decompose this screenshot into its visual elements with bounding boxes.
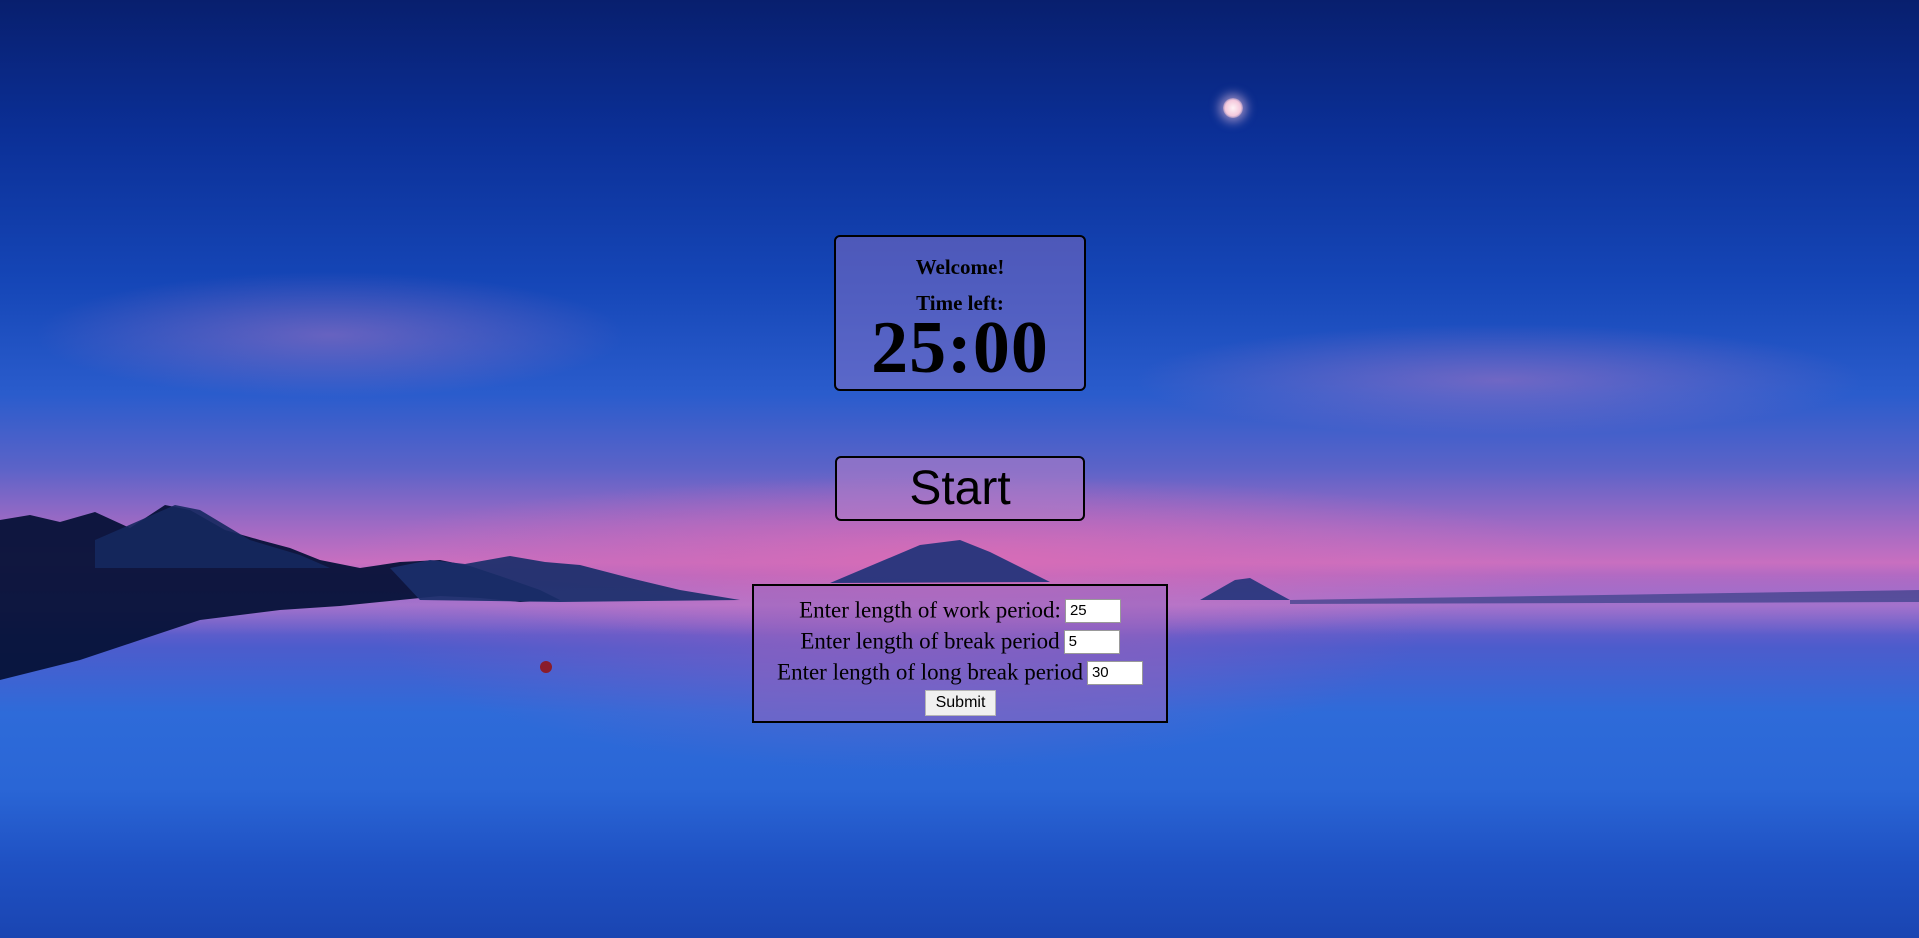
- work-period-input[interactable]: [1064, 598, 1121, 623]
- settings-form: Enter length of work period: Enter lengt…: [752, 584, 1168, 723]
- break-period-input[interactable]: [1063, 629, 1120, 654]
- long-break-period-label: Enter length of long break period: [777, 659, 1083, 685]
- submit-button[interactable]: Submit: [925, 690, 996, 716]
- break-period-label: Enter length of break period: [800, 628, 1060, 654]
- timer-panel: Welcome! Time left: 25:00: [834, 235, 1086, 391]
- break-period-row: Enter length of break period: [754, 625, 1166, 657]
- work-period-label: Enter length of work period:: [799, 597, 1061, 623]
- time-left-value: 25:00: [871, 307, 1049, 389]
- work-period-row: Enter length of work period:: [754, 594, 1166, 626]
- welcome-heading: Welcome!: [915, 255, 1005, 279]
- long-break-period-row: Enter length of long break period: [754, 656, 1166, 688]
- moon: [1223, 98, 1243, 118]
- long-break-period-input[interactable]: [1086, 660, 1143, 685]
- start-button[interactable]: Start: [835, 456, 1085, 521]
